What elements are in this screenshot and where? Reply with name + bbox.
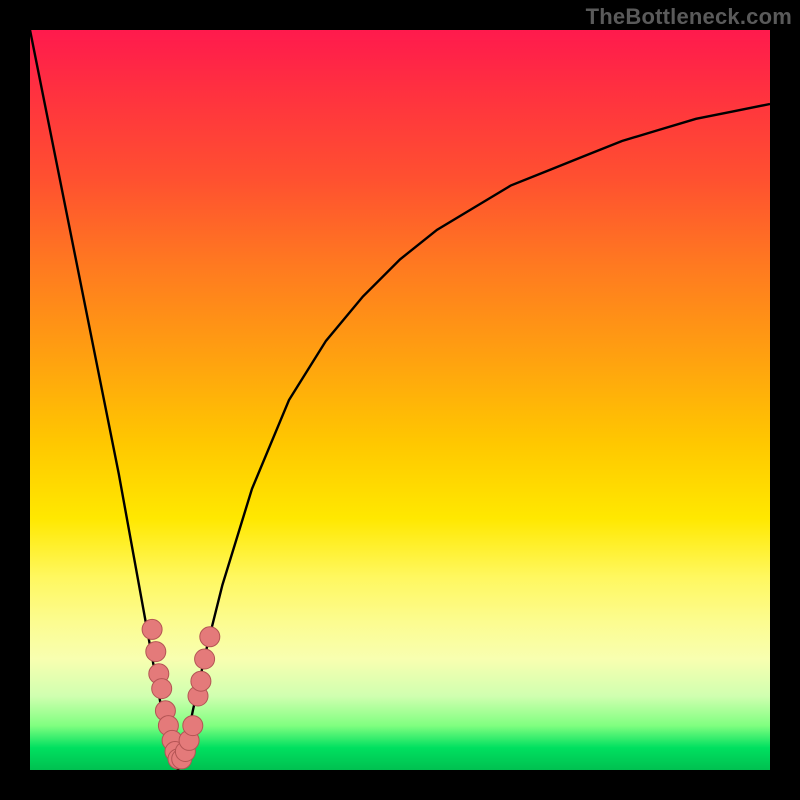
data-marker <box>152 679 172 699</box>
bottleneck-curve <box>30 30 770 770</box>
curve-svg <box>30 30 770 770</box>
data-marker <box>200 627 220 647</box>
data-marker <box>191 671 211 691</box>
data-marker <box>195 649 215 669</box>
chart-frame: TheBottleneck.com <box>0 0 800 800</box>
watermark-text: TheBottleneck.com <box>586 4 792 30</box>
data-marker <box>142 619 162 639</box>
data-marker <box>183 716 203 736</box>
marker-group <box>142 619 220 769</box>
data-marker <box>146 642 166 662</box>
plot-area <box>30 30 770 770</box>
